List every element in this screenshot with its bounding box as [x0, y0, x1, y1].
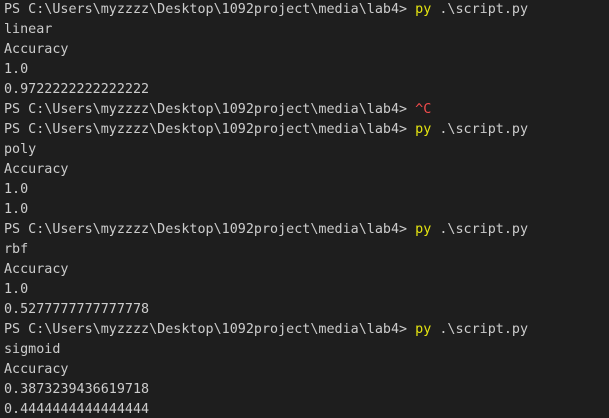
terminal-output-line: poly — [4, 142, 37, 157]
command-args: .\script.py — [431, 2, 529, 17]
command-args: .\script.py — [431, 222, 529, 237]
terminal-output-line: sigmoid — [4, 342, 61, 357]
terminal-output-line: 1.0 — [4, 202, 29, 217]
terminal-command-line: PS C:\Users\myzzzz\Desktop\1092project\m… — [4, 320, 609, 340]
terminal-output-line: Accuracy — [4, 162, 69, 177]
terminal-output-line: linear — [4, 22, 53, 37]
prompt-text: PS C:\Users\myzzzz\Desktop\1092project\m… — [4, 102, 416, 117]
prompt-text: PS C:\Users\myzzzz\Desktop\1092project\m… — [4, 222, 416, 237]
terminal-output-line: rbf — [4, 242, 29, 257]
command-args: .\script.py — [431, 122, 529, 137]
terminal-output-line: Accuracy — [4, 42, 69, 57]
terminal-output-line: Accuracy — [4, 362, 69, 377]
prompt-text: PS C:\Users\myzzzz\Desktop\1092project\m… — [4, 122, 416, 137]
prompt-text: PS C:\Users\myzzzz\Desktop\1092project\m… — [4, 2, 416, 17]
terminal-output-line: 0.9722222222222222 — [4, 82, 150, 97]
terminal-output-line: 0.5277777777777778 — [4, 302, 150, 317]
terminal-interrupt-line: PS C:\Users\myzzzz\Desktop\1092project\m… — [4, 100, 609, 120]
terminal-command-line: PS C:\Users\myzzzz\Desktop\1092project\m… — [4, 120, 609, 140]
terminal-command-line: PS C:\Users\myzzzz\Desktop\1092project\m… — [4, 220, 609, 240]
interrupt-signal: ^C — [415, 102, 432, 117]
terminal-output-line: 1.0 — [4, 182, 29, 197]
command-name: py — [415, 122, 432, 137]
terminal-output[interactable]: PS C:\Users\myzzzz\Desktop\1092project\m… — [0, 0, 609, 418]
terminal-output-line: 1.0 — [4, 282, 29, 297]
command-name: py — [415, 322, 432, 337]
terminal-command-line: PS C:\Users\myzzzz\Desktop\1092project\m… — [4, 0, 609, 20]
command-name: py — [415, 2, 432, 17]
terminal-output-line: 1.0 — [4, 62, 29, 77]
terminal-output-line: 0.3873239436619718 — [4, 382, 150, 397]
command-name: py — [415, 222, 432, 237]
terminal-output-line: 0.4444444444444444 — [4, 402, 150, 417]
prompt-text: PS C:\Users\myzzzz\Desktop\1092project\m… — [4, 322, 416, 337]
command-args: .\script.py — [431, 322, 529, 337]
terminal-output-line: Accuracy — [4, 262, 69, 277]
